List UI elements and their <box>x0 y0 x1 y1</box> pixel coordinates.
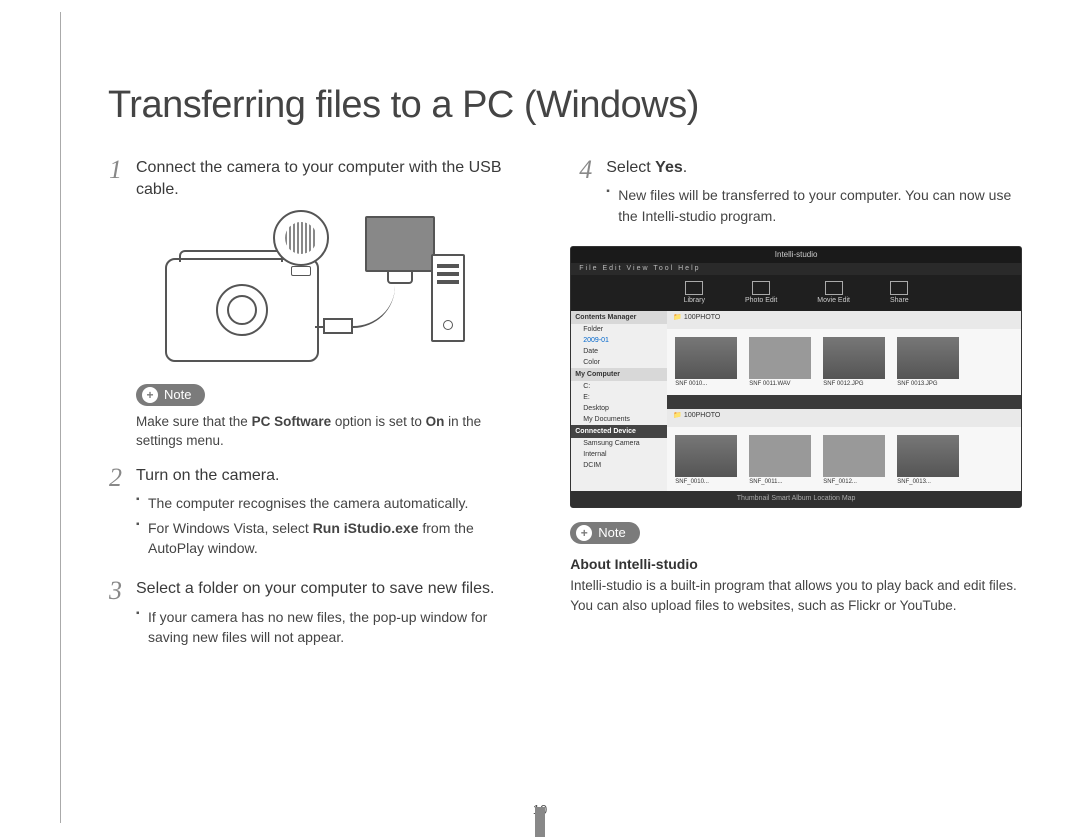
binding-line <box>60 12 61 823</box>
camera-to-pc-diagram <box>165 216 465 366</box>
bullet-list: If your camera has no new files, the pop… <box>136 607 530 648</box>
path-bar-2: 📁 100PHOTO <box>667 409 1021 427</box>
note-badge: + Note <box>570 522 639 544</box>
note-label: Note <box>598 525 625 540</box>
step-1: 1 Connect the camera to your computer wi… <box>100 157 530 202</box>
step-body: Select Yes. New files will be transferre… <box>606 157 1022 236</box>
tool-share: Share <box>890 281 909 304</box>
manual-page: Transferring files to a PC (Windows) 1 C… <box>0 0 1080 835</box>
step-text: Turn on the camera. <box>136 465 530 487</box>
bullet-list: The computer recognises the camera autom… <box>136 493 530 558</box>
monitor-stand <box>387 270 413 284</box>
note-label: Note <box>164 387 191 402</box>
plus-icon: + <box>576 525 592 541</box>
monitor-icon <box>365 216 435 272</box>
step-3: 3 Select a folder on your computer to sa… <box>100 578 530 657</box>
two-column-layout: 1 Connect the camera to your computer wi… <box>100 151 1022 667</box>
bullet: The computer recognises the camera autom… <box>136 493 530 513</box>
thumb-row: SNF 0010... SNF 0011.WAV SNF 0012.JPG SN… <box>667 329 1021 395</box>
app-main-pane: 📁 100PHOTO SNF 0010... SNF 0011.WAV SNF … <box>667 311 1021 491</box>
note-subhead: About Intelli-studio <box>570 556 1022 572</box>
app-menubar: File Edit View Tool Help <box>571 263 1021 275</box>
right-column: 4 Select Yes. New files will be transfer… <box>570 151 1022 667</box>
app-sidebar: Contents Manager Folder 2009-01 Date Col… <box>571 311 667 491</box>
note-badge: + Note <box>136 384 205 406</box>
intelli-studio-screenshot: Intelli-studio File Edit View Tool Help … <box>570 246 1022 508</box>
step-2: 2 Turn on the camera. The computer recog… <box>100 465 530 568</box>
step-body: Select a folder on your computer to save… <box>136 578 530 657</box>
tool-movie-edit: Movie Edit <box>817 281 850 304</box>
step-text: Select a folder on your computer to save… <box>136 578 530 600</box>
bullet-list: New files will be transferred to your co… <box>606 185 1022 226</box>
path-bar: 📁 100PHOTO <box>667 311 1021 329</box>
app-titlebar: Intelli-studio <box>571 247 1021 263</box>
app-statusbar: Thumbnail Smart Album Location Map <box>571 491 1021 507</box>
plus-icon: + <box>142 387 158 403</box>
step-4: 4 Select Yes. New files will be transfer… <box>570 157 1022 236</box>
step-text: Connect the camera to your computer with… <box>136 157 530 202</box>
page-number-bar <box>535 807 545 837</box>
step-number: 4 <box>570 157 592 236</box>
step-number: 2 <box>100 465 122 568</box>
step-body: Turn on the camera. The computer recogni… <box>136 465 530 568</box>
note-text: Make sure that the PC Software option is… <box>136 412 530 451</box>
bullet: For Windows Vista, select Run iStudio.ex… <box>136 518 530 559</box>
usb-plug-icon <box>323 318 353 334</box>
step-number: 1 <box>100 157 122 202</box>
thumb-row-2: SNF_0010... SNF_0011... SNF_0012... SNF_… <box>667 427 1021 493</box>
camera-icon <box>165 258 319 362</box>
bullet: If your camera has no new files, the pop… <box>136 607 530 648</box>
left-column: 1 Connect the camera to your computer wi… <box>100 151 530 667</box>
bullet: New files will be transferred to your co… <box>606 185 1022 226</box>
step-text: Select Yes. <box>606 157 1022 179</box>
app-toolbar: Library Photo Edit Movie Edit Share <box>571 275 1021 311</box>
tool-photo-edit: Photo Edit <box>745 281 777 304</box>
note-text: Intelli-studio is a built-in program tha… <box>570 576 1022 615</box>
zoom-detail-icon <box>273 210 329 266</box>
step-number: 3 <box>100 578 122 657</box>
page-title: Transferring files to a PC (Windows) <box>108 84 1032 127</box>
pc-tower-icon <box>431 254 465 342</box>
tool-library: Library <box>684 281 705 304</box>
